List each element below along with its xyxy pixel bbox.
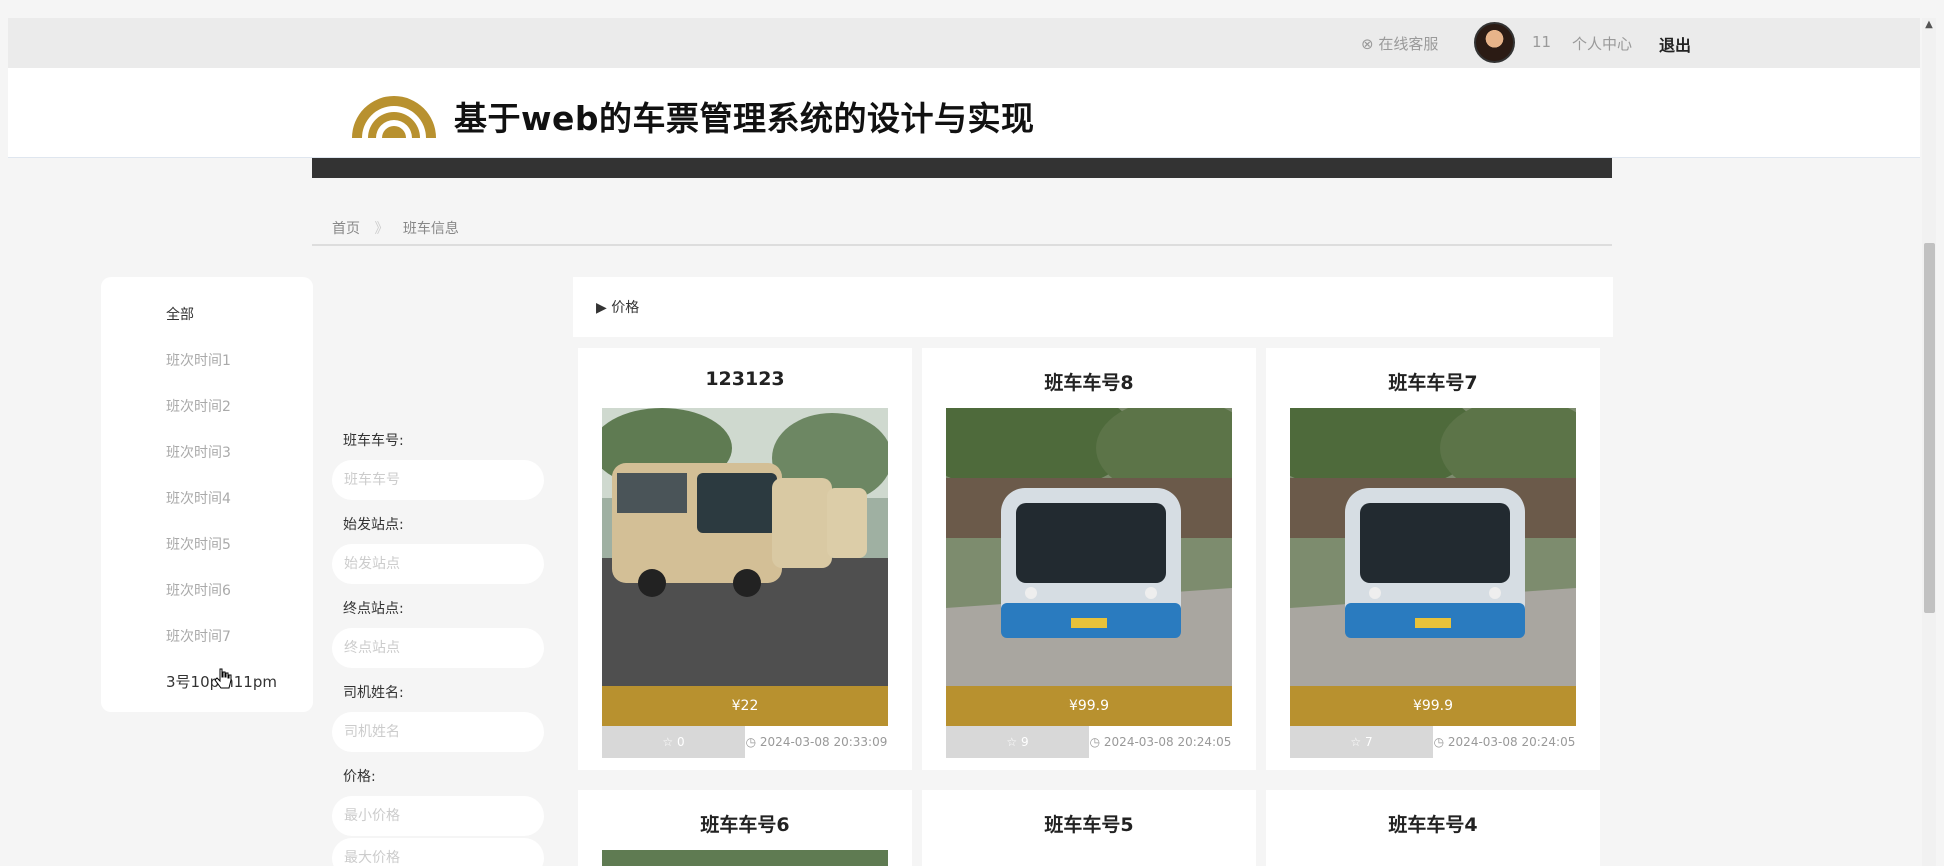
bus-card-price: ¥99.9 xyxy=(1290,686,1576,726)
online-service-link[interactable]: ⊗ 在线客服 xyxy=(1361,33,1438,54)
bus-card-image[interactable] xyxy=(602,850,888,866)
bus-card[interactable]: 班车车号5 xyxy=(922,790,1256,866)
bus-card-time: ◷ 2024-03-08 20:24:05 xyxy=(1433,735,1576,749)
user-center-link[interactable]: 个人中心 xyxy=(1572,33,1632,54)
bus-card-likes[interactable]: ☆ 7 xyxy=(1290,726,1433,758)
logo-icon xyxy=(352,96,436,138)
bus-card-likes[interactable]: ☆ 9 xyxy=(946,726,1089,758)
scroll-up-arrow-icon[interactable]: ▲ xyxy=(1923,19,1935,31)
category-item[interactable]: 班次时间2 xyxy=(166,396,231,416)
bus-card-title: 班车车号6 xyxy=(700,814,790,836)
breadcrumb-divider xyxy=(312,244,1612,246)
bus-card-title: 班车车号7 xyxy=(1388,372,1478,394)
end-station-input[interactable] xyxy=(332,628,544,668)
bus-card-time: ◷ 2024-03-08 20:33:09 xyxy=(745,735,888,749)
bus-card-image[interactable] xyxy=(602,408,888,686)
scrollbar-thumb[interactable] xyxy=(1924,243,1935,613)
logout-link[interactable]: 退出 xyxy=(1659,32,1691,56)
category-item[interactable]: 班次时间4 xyxy=(166,488,231,508)
max-price-input[interactable] xyxy=(332,838,544,866)
category-item[interactable]: 班次时间5 xyxy=(166,534,231,554)
hand-cursor-icon xyxy=(214,668,232,689)
bus-card-image[interactable] xyxy=(1290,408,1576,686)
bus-card-title: 班车车号8 xyxy=(1044,372,1134,394)
sort-by-price[interactable]: ▶ 价格 xyxy=(596,297,639,317)
bus-card-time: ◷ 2024-03-08 20:24:05 xyxy=(1089,735,1232,749)
nav-bar xyxy=(312,158,1612,178)
page: ⊗ 在线客服 11 个人中心 退出 基于web的车票管理系统的设计与实现 首页 … xyxy=(0,0,1944,866)
bus-card[interactable]: 班车车号6 xyxy=(578,790,912,866)
sort-bar: ▶ 价格 xyxy=(573,277,1613,337)
avatar[interactable] xyxy=(1474,22,1515,63)
bus-card-image[interactable] xyxy=(946,408,1232,686)
category-item[interactable]: 班次时间1 xyxy=(166,350,231,370)
breadcrumb-separator: 》 xyxy=(374,221,389,237)
top-bar: ⊗ 在线客服 11 个人中心 退出 xyxy=(8,18,1920,68)
price-label: 价格: xyxy=(343,769,376,785)
username: 11 xyxy=(1532,33,1552,51)
bus-card-likes[interactable]: ☆ 0 xyxy=(602,726,745,758)
start-station-label: 始发站点: xyxy=(343,517,404,533)
bus-card-price: ¥22 xyxy=(602,686,888,726)
bus-card[interactable]: 123123 ¥22 ☆ 0 ◷ 2024-03-08 20:33:09 xyxy=(578,348,912,770)
bus-card-title: 班车车号5 xyxy=(1044,814,1134,836)
start-station-input[interactable] xyxy=(332,544,544,584)
bus-card-price: ¥99.9 xyxy=(946,686,1232,726)
category-list: 全部 班次时间1 班次时间2 班次时间3 班次时间4 班次时间5 班次时间6 班… xyxy=(101,277,313,712)
end-station-label: 终点站点: xyxy=(343,601,404,617)
breadcrumb: 首页 》 班车信息 xyxy=(332,218,469,238)
breadcrumb-current: 班车信息 xyxy=(402,221,459,237)
site-header: 基于web的车票管理系统的设计与实现 xyxy=(8,68,1920,158)
driver-name-input[interactable] xyxy=(332,712,544,752)
category-item-all[interactable]: 全部 xyxy=(166,304,194,324)
bus-card-title: 班车车号4 xyxy=(1388,814,1478,836)
bus-no-input[interactable] xyxy=(332,460,544,500)
bus-card-title: 123123 xyxy=(705,368,785,390)
driver-name-label: 司机姓名: xyxy=(343,685,404,701)
min-price-input[interactable] xyxy=(332,796,544,836)
bus-card[interactable]: 班车车号7 ¥99.9 ☆ 7 ◷ 2024-03-08 20:24:05 xyxy=(1266,348,1600,770)
bus-card[interactable]: 班车车号8 ¥99.9 ☆ 9 ◷ 2024-03-08 20:24:05 xyxy=(922,348,1256,770)
category-item[interactable]: 班次时间6 xyxy=(166,580,231,600)
category-item[interactable]: 班次时间7 xyxy=(166,626,231,646)
category-item[interactable]: 班次时间3 xyxy=(166,442,231,462)
breadcrumb-home[interactable]: 首页 xyxy=(332,221,360,237)
bus-card[interactable]: 班车车号4 xyxy=(1266,790,1600,866)
site-title: 基于web的车票管理系统的设计与实现 xyxy=(454,99,1035,138)
bus-no-label: 班车车号: xyxy=(343,433,404,449)
